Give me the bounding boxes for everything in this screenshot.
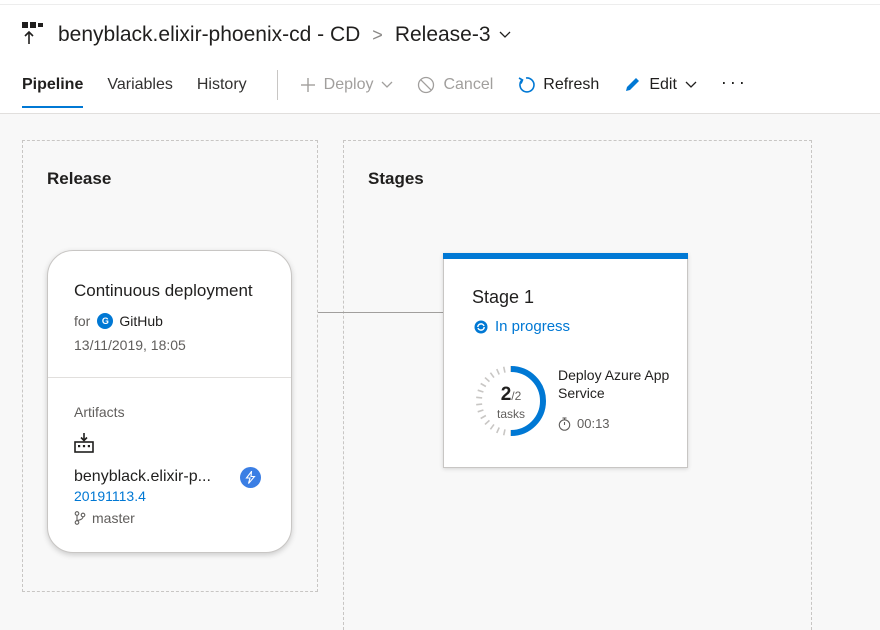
tab-variables[interactable]: Variables xyxy=(107,68,173,102)
source-name: GitHub xyxy=(119,313,163,329)
tasks-label: tasks xyxy=(496,407,525,421)
cancel-label: Cancel xyxy=(443,76,494,93)
stage-card[interactable]: Stage 1 In progress 2/2 tasks Deploy Azu… xyxy=(443,253,688,468)
trigger-date: 13/11/2019, 18:05 xyxy=(74,337,186,353)
toolbar-divider xyxy=(276,70,278,100)
branch-icon xyxy=(74,511,86,525)
cancel-icon xyxy=(418,76,435,94)
plus-icon xyxy=(300,78,315,92)
tasks-total: /2 xyxy=(511,389,522,403)
pencil-icon xyxy=(626,78,640,91)
deploy-button[interactable]: Deploy xyxy=(300,68,394,102)
stages-panel-title: Stages xyxy=(368,169,424,188)
refresh-button[interactable]: Refresh xyxy=(517,68,599,102)
edit-label: Edit xyxy=(649,76,677,93)
toolbar: Pipeline Variables History Deploy Cancel xyxy=(22,68,748,108)
lightning-icon xyxy=(245,471,256,484)
card-divider xyxy=(48,377,291,378)
build-artifact-icon xyxy=(74,433,94,453)
refresh-label: Refresh xyxy=(543,76,600,93)
breadcrumb: benyblack.elixir-phoenix-cd - CD > Relea… xyxy=(22,20,511,50)
breadcrumb-separator: > xyxy=(372,24,383,45)
chevron-down-icon xyxy=(685,81,697,88)
release-pipeline-icon xyxy=(22,22,43,44)
elapsed-time: 00:13 xyxy=(558,416,610,431)
tasks-done: 2 xyxy=(500,384,512,405)
release-trigger-card[interactable]: Continuous deployment for G GitHub 13/11… xyxy=(47,250,292,553)
artifact-branch: master xyxy=(74,510,135,526)
release-panel-title: Release xyxy=(47,169,112,188)
chevron-down-icon[interactable] xyxy=(499,31,511,39)
artifact-name[interactable]: benyblack.elixir-p... xyxy=(74,468,211,486)
tab-pipeline[interactable]: Pipeline xyxy=(22,68,84,108)
tab-history[interactable]: History xyxy=(197,68,247,102)
artifact-version-link[interactable]: 20191113.4 xyxy=(74,488,146,504)
for-label: for xyxy=(74,313,91,329)
github-icon: G xyxy=(97,313,114,329)
deploy-label: Deploy xyxy=(323,76,374,93)
refresh-icon xyxy=(518,77,535,93)
stage-connector-line xyxy=(318,312,444,313)
trigger-title: Continuous deployment xyxy=(74,281,253,300)
top-strip xyxy=(0,0,880,5)
stage-name: Stage 1 xyxy=(472,287,535,307)
branch-name: master xyxy=(92,510,135,526)
pipeline-name-link[interactable]: benyblack.elixir-phoenix-cd - CD xyxy=(58,23,360,47)
artifacts-label: Artifacts xyxy=(74,404,125,420)
continuous-deployment-trigger-icon[interactable] xyxy=(240,467,261,488)
stopwatch-icon xyxy=(558,416,571,431)
chevron-down-icon xyxy=(382,81,393,88)
trigger-source: for G GitHub xyxy=(74,313,163,329)
elapsed-value: 00:13 xyxy=(577,416,610,431)
edit-button[interactable]: Edit xyxy=(623,68,697,102)
stage-status-bar xyxy=(443,253,688,259)
task-count: 2/2 tasks xyxy=(473,363,549,439)
more-actions-button[interactable]: ··· xyxy=(721,72,748,93)
tasks-count: 2/2 xyxy=(473,384,549,406)
stage-status: In progress xyxy=(474,318,570,335)
header-bar: benyblack.elixir-phoenix-cd - CD > Relea… xyxy=(0,0,880,114)
stage-status-label: In progress xyxy=(495,318,571,335)
cancel-button[interactable]: Cancel xyxy=(417,68,493,102)
current-task-name: Deploy Azure App Service xyxy=(558,367,670,401)
release-name[interactable]: Release-3 xyxy=(395,23,491,47)
in-progress-icon xyxy=(474,320,488,333)
